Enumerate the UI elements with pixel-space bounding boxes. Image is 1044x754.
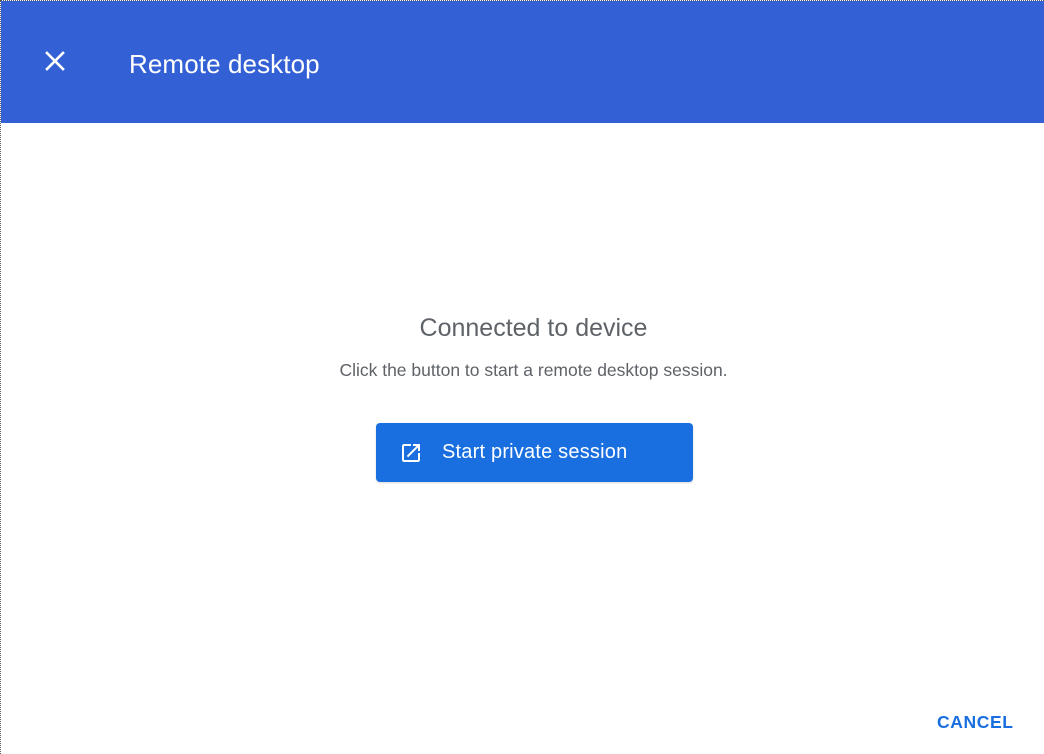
close-button[interactable] xyxy=(37,45,73,81)
remote-desktop-dialog: Remote desktop Connected to device Click… xyxy=(0,0,1044,754)
dialog-header: Remote desktop xyxy=(1,1,1044,123)
start-private-session-button[interactable]: Start private session xyxy=(376,423,693,482)
close-icon xyxy=(44,50,66,77)
cancel-button[interactable]: CANCEL xyxy=(929,705,1022,739)
dialog-content: Connected to device Click the button to … xyxy=(1,123,1044,754)
open-in-new-icon xyxy=(399,441,423,465)
dialog-title: Remote desktop xyxy=(129,49,320,79)
start-private-session-label: Start private session xyxy=(442,441,628,463)
connection-instructions: Click the button to start a remote deskt… xyxy=(339,360,728,380)
connection-status-heading: Connected to device xyxy=(419,314,648,342)
